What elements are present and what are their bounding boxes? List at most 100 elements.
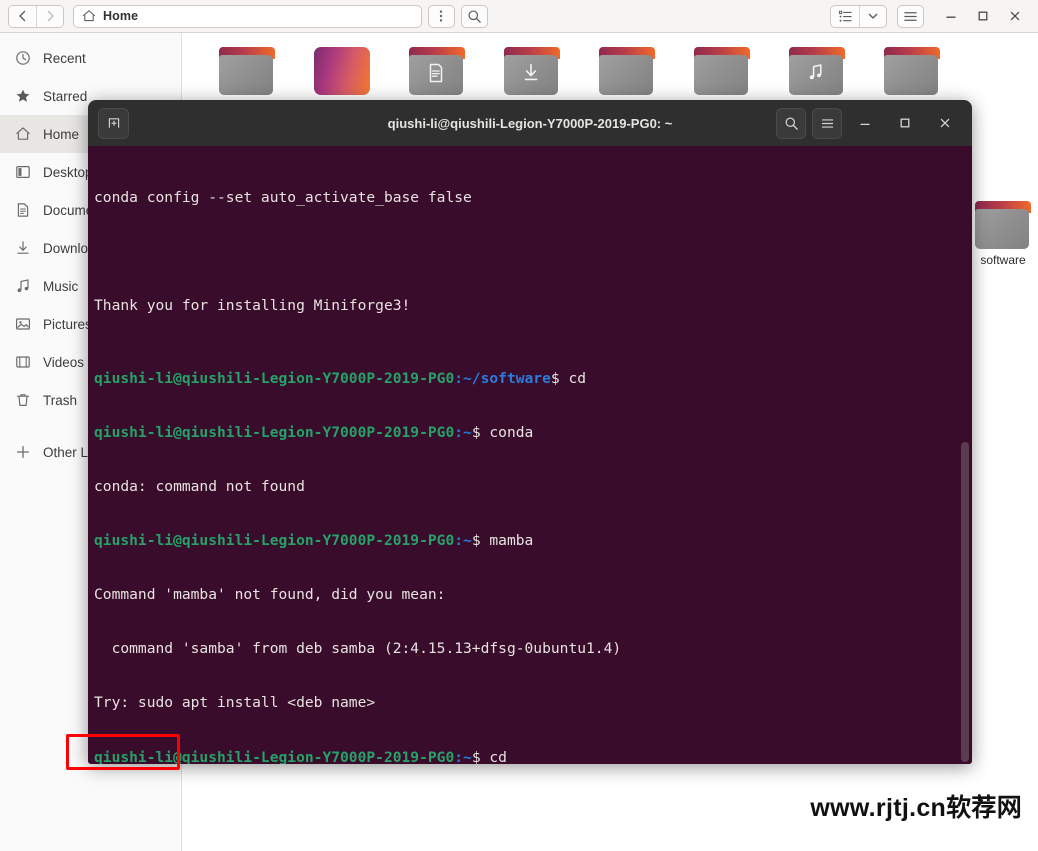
trash-icon bbox=[14, 392, 31, 409]
terminal-line: Thank you for installing Miniforge3! bbox=[94, 297, 972, 315]
maximize-icon bbox=[978, 11, 988, 21]
sidebar-item-label: Music bbox=[43, 278, 79, 294]
close-icon bbox=[1010, 11, 1020, 21]
desktop-icon bbox=[14, 164, 31, 181]
minimize-icon bbox=[860, 123, 870, 126]
line-text: conda config --set auto_activate_base fa… bbox=[94, 189, 472, 207]
folder-icon bbox=[788, 47, 845, 95]
maximize-button[interactable] bbox=[968, 3, 998, 29]
folder-icon bbox=[503, 47, 560, 95]
terminal-prompt-line: qiushi-li@qiushili-Legion-Y7000P-2019-PG… bbox=[94, 370, 972, 388]
minimize-button[interactable] bbox=[936, 3, 966, 29]
terminal-maximize-button[interactable] bbox=[888, 108, 922, 139]
sidebar-item-label: Pictures bbox=[43, 316, 92, 332]
terminal-prompt-line: qiushi-li@qiushili-Legion-Y7000P-2019-PG… bbox=[94, 749, 972, 764]
sidebar-item-recent[interactable]: Recent bbox=[0, 39, 181, 77]
red-highlight-box bbox=[66, 734, 180, 770]
line-text: conda: command not found bbox=[94, 477, 305, 495]
terminal-close-button[interactable] bbox=[928, 108, 962, 139]
prompt-command: $ conda bbox=[471, 423, 534, 441]
folder-icon bbox=[975, 201, 1031, 249]
kebab-menu-icon bbox=[439, 10, 443, 22]
terminal-prompt-line: qiushi-li@qiushili-Legion-Y7000P-2019-PG… bbox=[94, 532, 972, 550]
prompt-path: :~ bbox=[454, 423, 472, 441]
terminal-line: command 'samba' from deb samba (2:4.15.1… bbox=[94, 640, 972, 658]
sidebar-item-label: Videos bbox=[43, 354, 85, 370]
forward-arrow-icon bbox=[47, 10, 54, 22]
terminal-line: conda config --set auto_activate_base fa… bbox=[94, 189, 972, 207]
search-button[interactable] bbox=[460, 4, 488, 28]
window-controls bbox=[936, 3, 1030, 29]
folder-icon bbox=[883, 47, 940, 95]
prompt-userhost: qiushi-li@qiushili-Legion-Y7000P-2019-PG… bbox=[94, 423, 455, 441]
terminal-minimize-button[interactable] bbox=[848, 108, 882, 139]
terminal-line: Command 'mamba' not found, did you mean: bbox=[94, 586, 972, 604]
prompt-userhost: qiushi-li@qiushili-Legion-Y7000P-2019-PG… bbox=[94, 531, 455, 549]
download-icon bbox=[504, 63, 558, 88]
line-text: Command 'mamba' not found, did you mean: bbox=[94, 586, 446, 604]
close-icon bbox=[940, 118, 950, 128]
terminal-search-button[interactable] bbox=[776, 107, 806, 139]
minimize-icon bbox=[946, 16, 956, 18]
maximize-icon bbox=[900, 118, 910, 128]
terminal-title-actions bbox=[776, 107, 962, 139]
prompt-path: :~/software bbox=[454, 369, 551, 387]
list-view-button[interactable] bbox=[831, 6, 859, 27]
video-icon bbox=[14, 354, 31, 371]
file-manager-header: Home bbox=[0, 0, 1038, 33]
folder-icon bbox=[408, 47, 465, 95]
terminal-output[interactable]: conda config --set auto_activate_base fa… bbox=[88, 146, 972, 764]
folder-icon bbox=[598, 47, 655, 95]
view-dropdown-button[interactable] bbox=[859, 5, 886, 27]
plus-icon bbox=[14, 444, 31, 461]
terminal-line: Try: sudo apt install <deb name> bbox=[94, 694, 972, 712]
sidebar-item-label: Desktop bbox=[43, 164, 93, 180]
folder-icon bbox=[693, 47, 750, 95]
options-menu-button[interactable] bbox=[427, 4, 455, 28]
view-mode-group bbox=[830, 4, 887, 28]
prompt-command: $ cd bbox=[550, 369, 587, 387]
breadcrumb-label: Home bbox=[103, 9, 139, 23]
prompt-command: $ mamba bbox=[471, 531, 534, 549]
line-text: Thank you for installing Miniforge3! bbox=[94, 297, 411, 315]
terminal-line: conda: command not found bbox=[94, 478, 972, 496]
folder-icon bbox=[218, 47, 275, 95]
line-text: Try: sudo apt install <deb name> bbox=[94, 694, 376, 712]
document-icon bbox=[14, 202, 31, 219]
terminal-scrollbar[interactable] bbox=[961, 442, 969, 762]
clock-icon bbox=[14, 50, 31, 67]
download-icon bbox=[14, 240, 31, 257]
home-icon bbox=[83, 10, 95, 22]
hamburger-menu-icon bbox=[904, 11, 917, 21]
star-icon bbox=[14, 88, 31, 105]
new-tab-button[interactable] bbox=[98, 107, 129, 139]
sidebar-item-label: Trash bbox=[43, 392, 78, 408]
sidebar-item-label: Starred bbox=[43, 88, 88, 104]
home-icon bbox=[14, 126, 31, 143]
close-button[interactable] bbox=[1000, 3, 1030, 29]
terminal-prompt-line: qiushi-li@qiushili-Legion-Y7000P-2019-PG… bbox=[94, 424, 972, 442]
music-icon bbox=[14, 278, 31, 295]
terminal-window: qiushi-li@qiushili-Legion-Y7000P-2019-PG… bbox=[88, 100, 972, 764]
new-tab-icon bbox=[108, 118, 119, 128]
watermark: www.rjtj.cn软荐网 bbox=[810, 794, 1022, 822]
document-icon bbox=[409, 63, 463, 88]
breadcrumb[interactable]: Home bbox=[73, 4, 422, 28]
forward-button[interactable] bbox=[36, 5, 63, 27]
list-view-icon bbox=[838, 10, 852, 22]
sidebar-item-label: Recent bbox=[43, 50, 86, 66]
hamburger-menu-icon bbox=[821, 118, 833, 128]
sidebar-item-label: Home bbox=[43, 126, 80, 142]
nav-button-group bbox=[8, 4, 64, 28]
back-button[interactable] bbox=[9, 5, 36, 27]
main-menu-button[interactable] bbox=[897, 4, 924, 28]
prompt-path: :~ bbox=[454, 531, 472, 549]
prompt-command: $ cd bbox=[471, 748, 507, 764]
terminal-menu-button[interactable] bbox=[812, 107, 842, 139]
back-arrow-icon bbox=[18, 10, 25, 22]
desktop-folder-icon bbox=[313, 47, 370, 95]
picture-icon bbox=[14, 316, 31, 333]
music-icon bbox=[789, 63, 843, 88]
line-text: command 'samba' from deb samba (2:4.15.1… bbox=[94, 640, 622, 658]
search-icon bbox=[785, 117, 798, 130]
